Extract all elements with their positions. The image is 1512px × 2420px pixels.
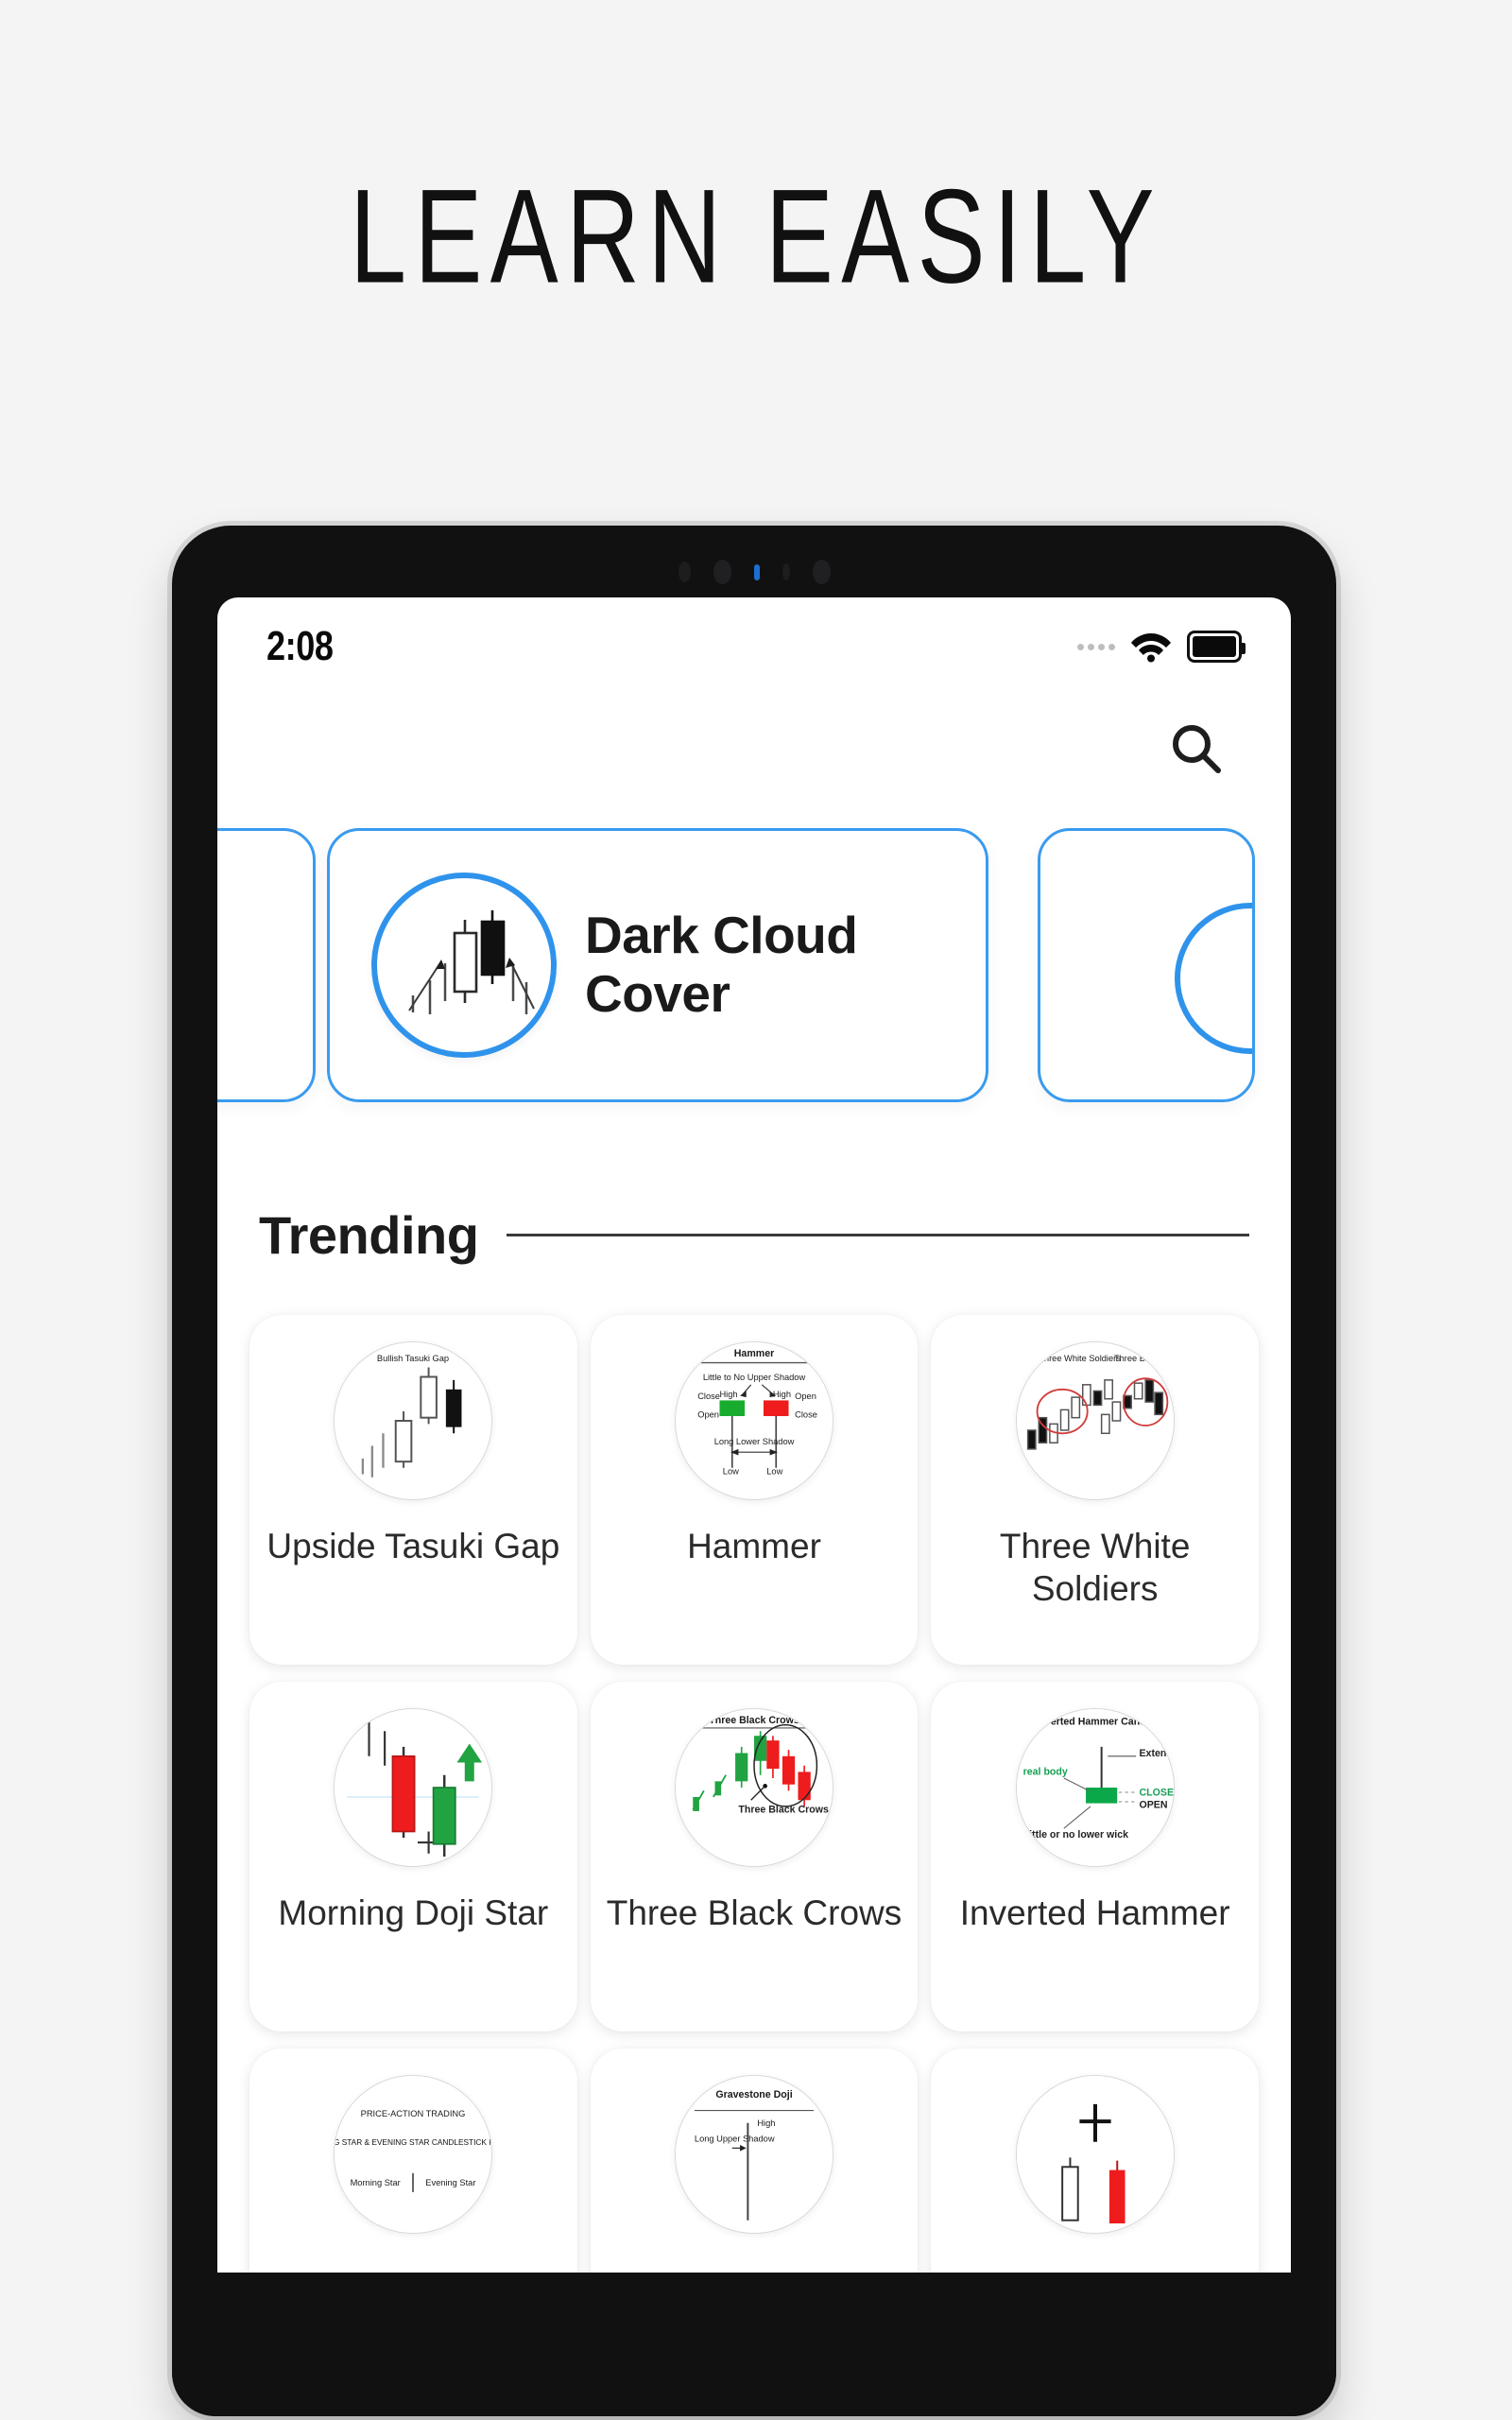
thumb-title: Inverted Hammer Candle — [1036, 1717, 1154, 1728]
thumb-line-1: PRICE-ACTION TRADING — [361, 2109, 466, 2118]
doji-candles-diagram-icon — [1015, 2075, 1175, 2234]
thumb-annotation-line: Three Black Crows after Uptrend — [738, 1805, 833, 1816]
thumb-low-right-label: Low — [766, 1466, 782, 1476]
thumb-open-label: Open — [697, 1410, 719, 1420]
morning-evening-star-diagram-icon: PRICE-ACTION TRADING MORNING STAR & EVEN… — [334, 2075, 493, 2234]
thumb-upper-wick-label: Extended upper wick — [1139, 1748, 1174, 1759]
list-item-label: Morning Doji Star — [278, 1893, 549, 1932]
hammer-candlestick-diagram-icon: Hammer Little to No Upper Shadow Close O… — [674, 1341, 833, 1500]
pattern-grid: Bullish Tasuki Gap Upside Tasuki Gap Ham… — [217, 1315, 1291, 2398]
poster-page: LEARN EASILY 2:08 Dark Cloud Cover Trend… — [0, 0, 1512, 2420]
top-action-bar — [217, 696, 1291, 807]
page-title: LEARN EASILY — [350, 161, 1162, 312]
thumb-body-label: real body — [1022, 1767, 1067, 1778]
thumb-left-title: Three White Soldiers — [1039, 1354, 1121, 1363]
featured-carousel[interactable]: Dark Cloud Cover — [217, 821, 1291, 1142]
search-icon — [1168, 720, 1227, 784]
thumb-lower-wick-label: Little or no lower wick — [1022, 1829, 1128, 1841]
trending-section-header: Trending — [217, 1204, 1291, 1266]
list-item-label: Inverted Hammer — [959, 1893, 1230, 1932]
front-camera-sensor-array — [172, 558, 1336, 586]
list-item-label: Three White Soldiers — [999, 1527, 1191, 1609]
front-camera-icon — [713, 560, 731, 584]
thumb-shadow-label: Long Upper Shadow — [695, 2135, 775, 2144]
thumb-open-label: OPEN — [1139, 1800, 1167, 1811]
list-item[interactable]: Three White Soldiers Three Black Crows — [931, 1315, 1259, 1665]
list-item-label: Hammer — [687, 1527, 821, 1565]
battery-full-icon — [1187, 631, 1246, 663]
thumb-close-right-label: Close — [795, 1410, 817, 1420]
proximity-sensor-icon — [678, 562, 691, 582]
status-led-icon — [753, 563, 760, 580]
gravestone-doji-diagram-icon: Gravestone Doji Long Upper Shadow High — [674, 2075, 833, 2234]
list-item-label: Upside Tasuki Gap — [266, 1527, 560, 1565]
ambient-light-sensor-icon — [782, 563, 790, 580]
thumb-right-title: Three Black Crows — [1114, 1354, 1174, 1363]
thumb-open-right-label: Open — [795, 1392, 816, 1401]
secondary-camera-icon — [812, 560, 831, 584]
thumb-high-left-label: High — [719, 1390, 737, 1399]
featured-next-thumb-icon — [1175, 903, 1252, 1054]
signal-dots-icon — [1077, 643, 1115, 650]
thumb-line-2: MORNING STAR & EVENING STAR CANDLESTICK … — [335, 2137, 491, 2147]
thumb-low-left-label: Low — [723, 1466, 739, 1476]
list-item[interactable]: Inverted Hammer Candle Extended upper wi… — [931, 1682, 1259, 2031]
thumb-line-3b: Evening Star — [426, 2178, 476, 2187]
candlestick-dark-cloud-cover-icon — [371, 873, 557, 1058]
thumb-lower-shadow-label: Long Lower Shadow — [714, 1437, 795, 1446]
list-item[interactable]: Hammer Little to No Upper Shadow Close O… — [590, 1315, 919, 1665]
trending-label: Trending — [259, 1205, 479, 1265]
featured-card-next[interactable] — [1038, 828, 1255, 1102]
status-indicators — [1077, 631, 1246, 663]
featured-card-current[interactable]: Dark Cloud Cover — [327, 828, 988, 1102]
featured-card-title: Dark Cloud Cover — [585, 906, 858, 1023]
device-bottom-bezel — [172, 2273, 1336, 2416]
thumb-close-label: CLOSE — [1139, 1787, 1174, 1798]
status-bar: 2:08 — [217, 597, 1291, 696]
thumb-high-right-label: High — [773, 1390, 791, 1399]
list-item[interactable]: Three Black Crows Three Black Crows Thre… — [590, 1682, 919, 2031]
wifi-icon — [1130, 631, 1172, 663]
inverted-hammer-diagram-icon: Inverted Hammer Candle Extended upper wi… — [1015, 1708, 1175, 1867]
status-time: 2:08 — [266, 623, 334, 669]
thumb-title: Bullish Tasuki Gap — [377, 1354, 449, 1363]
thumb-title: Hammer — [734, 1348, 774, 1359]
thumb-line-3a: Morning Star — [351, 2178, 401, 2187]
list-item[interactable]: Bullish Tasuki Gap Upside Tasuki Gap — [249, 1315, 577, 1665]
morning-doji-star-diagram-icon — [334, 1708, 493, 1867]
tablet-device-frame: 2:08 Dark Cloud Cover Trending Bullish T… — [172, 526, 1336, 2416]
thumb-close-label: Close — [697, 1392, 720, 1401]
section-divider — [507, 1234, 1249, 1236]
bullish-tasuki-gap-diagram-icon: Bullish Tasuki Gap — [334, 1341, 493, 1500]
three-black-crows-diagram-icon: Three Black Crows Three Black Crows — [674, 1708, 833, 1867]
tablet-screen: 2:08 Dark Cloud Cover Trending Bullish T… — [217, 597, 1291, 2416]
list-item[interactable]: Morning Doji Star — [249, 1682, 577, 2031]
thumb-upper-shadow-label: Little to No Upper Shadow — [703, 1373, 806, 1382]
three-white-soldiers-diagram-icon: Three White Soldiers Three Black Crows — [1015, 1341, 1175, 1500]
thumb-high-label: High — [757, 2118, 775, 2128]
search-button[interactable] — [1162, 717, 1232, 786]
featured-card-previous[interactable] — [217, 828, 316, 1102]
thumb-title: Gravestone Doji — [715, 2089, 792, 2100]
list-item-label: Three Black Crows — [606, 1893, 902, 1932]
